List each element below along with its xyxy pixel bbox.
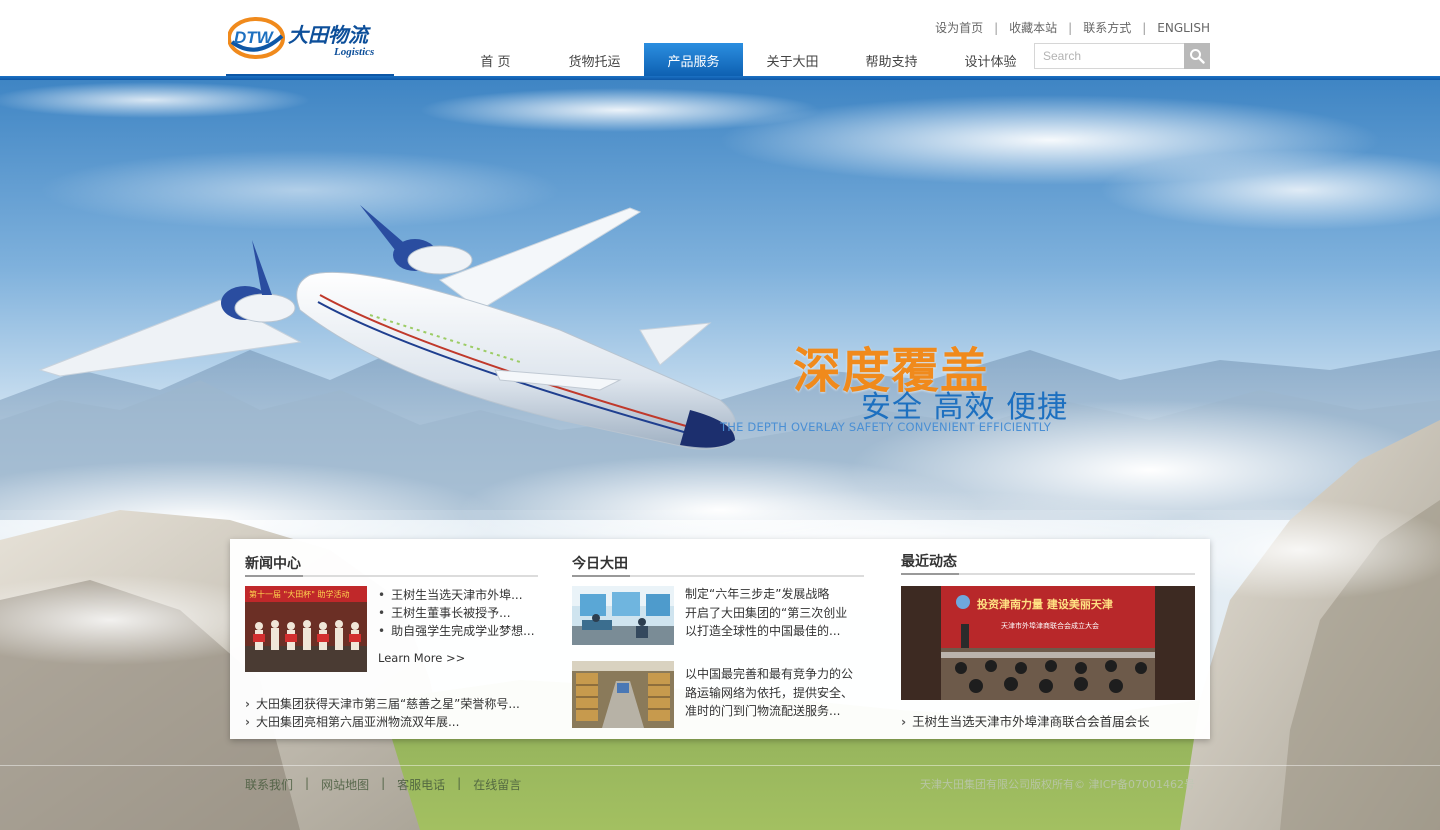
nav-item-shipping[interactable]: 货物托运 — [545, 43, 644, 77]
footer-link-sitemap[interactable]: 网站地图 — [321, 776, 369, 793]
nav-item-products[interactable]: 产品服务 — [644, 43, 743, 77]
recent-title: 最近动态 — [901, 554, 957, 570]
today-item-2-line: 路运输网络为依托，提供安全、 — [685, 685, 854, 700]
contact-link[interactable]: 联系方式 — [1083, 19, 1131, 36]
today-item-2-line: 以中国最完善和最有竞争力的公 — [685, 667, 854, 681]
recent-section: 最近动态 投资津南力量 建设美丽天津 天津市外埠津商联合会成立大会 › 王树生当… — [901, 539, 1195, 739]
today-rule — [572, 575, 864, 577]
set-homepage-link[interactable]: 设为首页 — [935, 19, 983, 36]
divider: | — [457, 776, 462, 790]
list-item[interactable]: 大田集团亮相第六届亚洲物流双年展... — [245, 713, 520, 731]
list-item[interactable]: 王树生董事长被授予... — [378, 604, 535, 622]
today-item-1-line: 开启了大田集团的“第三次创业 — [685, 605, 848, 620]
today-item-1[interactable]: 制定“六年三步走”发展战略 开启了大田集团的“第三次创业 以打造全球性的中国最佳… — [685, 585, 860, 641]
list-item[interactable]: 王树生当选天津市外埠津商联合会首届会长 — [901, 713, 1150, 731]
banner-english: THE DEPTH OVERLAY SAFETY CONVENIENT EFFI… — [720, 420, 1052, 434]
recent-photo[interactable]: 投资津南力量 建设美丽天津 天津市外埠津商联合会成立大会 — [901, 586, 1195, 700]
list-item[interactable]: 大田集团获得天津市第三届“慈善之星”荣誉称号... — [245, 695, 520, 713]
news-title: 新闻中心 — [245, 556, 301, 572]
today-item-2[interactable]: 以中国最完善和最有竞争力的公 路运输网络为依托，提供安全、 准时的门到门物流配送… — [685, 665, 860, 721]
footer-link-hotline[interactable]: 客服电话 — [397, 776, 445, 793]
news-rule — [245, 575, 538, 577]
news-section: 新闻中心 第十一届 "大田杯" 助学活动 • 王树生当选天津市外埠... • 王… — [245, 539, 538, 739]
nav-item-home[interactable]: 首 页 — [446, 43, 545, 77]
search-icon — [1190, 49, 1205, 64]
site-header: DTW 大田物流 Logistics 设为首页 | 收藏本站 | 联系方式 | … — [0, 0, 1440, 78]
footer-links: 联系我们 | 网站地图 | 客服电话 | 在线留言 — [245, 776, 521, 793]
list-item[interactable]: 王树生当选天津市外埠... — [378, 586, 535, 604]
content-panel: 新闻中心 第十一届 "大田杯" 助学活动 • 王树生当选天津市外埠... • 王… — [230, 539, 1210, 739]
news-thumbnail[interactable]: 第十一届 "大田杯" 助学活动 — [245, 586, 367, 672]
search-button[interactable] — [1184, 43, 1210, 69]
today-thumbnail-office[interactable] — [572, 586, 674, 645]
nav-item-about[interactable]: 关于大田 — [743, 43, 842, 77]
search-box — [1034, 43, 1210, 69]
today-thumbnail-warehouse[interactable] — [572, 661, 674, 728]
photo-banner-text: 投资津南力量 建设美丽天津 — [977, 597, 1113, 611]
photo-subtitle: 天津市外埠津商联合会成立大会 — [1001, 621, 1099, 630]
today-section: 今日大田 制定“六年三步走”发展战略 开启了大田集团的“第三次创业 以打造全球性… — [572, 539, 864, 739]
recent-rule — [901, 573, 1195, 575]
search-input[interactable] — [1034, 43, 1184, 69]
nav-item-help[interactable]: 帮助支持 — [842, 43, 941, 77]
divider: | — [1068, 20, 1073, 35]
today-item-1-line: 以打造全球性的中国最佳的... — [685, 624, 841, 638]
logo-english: Logistics — [333, 46, 374, 58]
english-link[interactable]: ENGLISH — [1157, 21, 1210, 35]
copyright-text: 天津大田集团有限公司版权所有© 津ICP备07001462号 — [919, 778, 1195, 791]
learn-more-link[interactable]: Learn More >> — [378, 651, 465, 665]
logo-chinese: 大田物流 — [288, 23, 371, 47]
footer-link-message[interactable]: 在线留言 — [473, 776, 521, 793]
today-title: 今日大田 — [572, 556, 628, 572]
logo-mark: DTW — [234, 28, 275, 47]
header-divider — [0, 76, 1440, 80]
top-links: 设为首页 | 收藏本站 | 联系方式 | ENGLISH — [935, 19, 1210, 36]
news-bullet-list: 王树生当选天津市外埠... 王树生董事长被授予... 助自强学生完成学业梦想..… — [378, 586, 535, 640]
divider: | — [1142, 20, 1147, 35]
list-item[interactable]: 助自强学生完成学业梦想... — [378, 622, 534, 640]
bookmark-link[interactable]: 收藏本站 — [1009, 19, 1057, 36]
footer-divider — [0, 765, 1440, 766]
divider: | — [381, 776, 386, 790]
news-link-list: 大田集团获得天津市第三届“慈善之星”荣誉称号... 大田集团亮相第六届亚洲物流双… — [245, 695, 520, 731]
nav-item-design[interactable]: 设计体验 — [941, 43, 1040, 77]
footer-link-contact[interactable]: 联系我们 — [245, 776, 293, 793]
today-item-1-line: 制定“六年三步走”发展战略 — [685, 587, 830, 601]
recent-link-list: 王树生当选天津市外埠津商联合会首届会长 — [901, 713, 1150, 731]
main-nav: 首 页 货物托运 产品服务 关于大田 帮助支持 设计体验 — [446, 43, 1040, 77]
today-item-2-line: 准时的门到门物流配送服务... — [685, 704, 841, 718]
divider: | — [305, 776, 310, 790]
company-logo[interactable]: DTW 大田物流 Logistics — [227, 16, 390, 60]
svg-text:第十一届 "大田杯" 助学活动: 第十一届 "大田杯" 助学活动 — [249, 589, 349, 599]
divider: | — [994, 20, 999, 35]
